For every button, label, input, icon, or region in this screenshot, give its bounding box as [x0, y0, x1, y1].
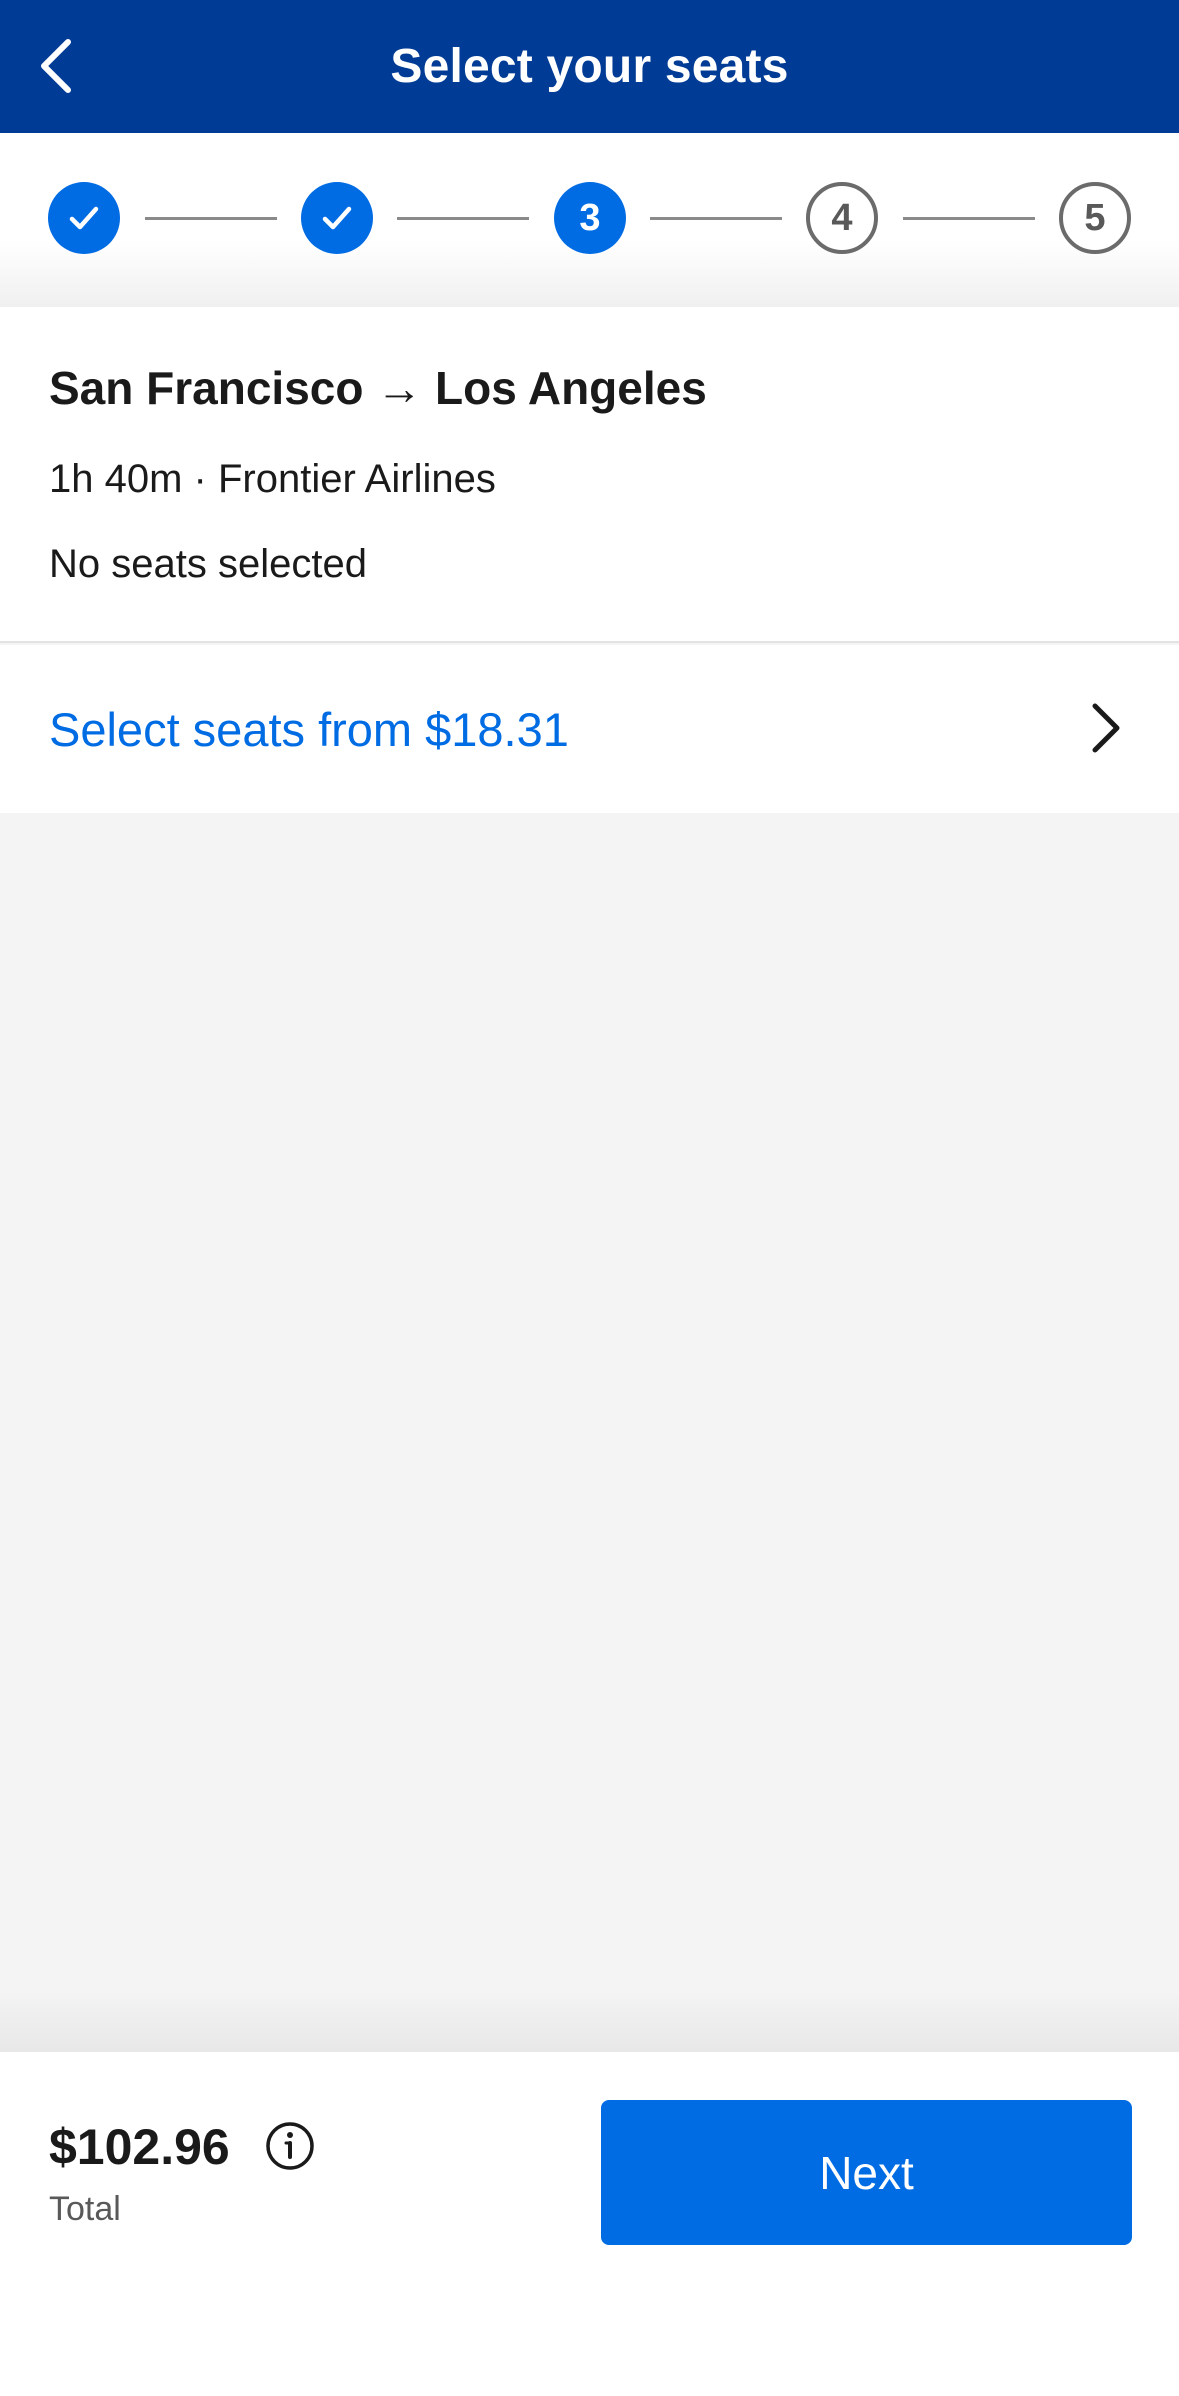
- step-2-complete: [301, 182, 373, 254]
- total-price: $102.96: [49, 2119, 230, 2175]
- select-seats-link[interactable]: Select seats from $18.31: [49, 702, 569, 757]
- app-header: Select your seats: [0, 0, 1179, 133]
- page-title: Select your seats: [390, 40, 789, 93]
- next-button[interactable]: Next: [601, 2100, 1132, 2245]
- chevron-left-icon: [41, 39, 71, 93]
- step-3-current: 3: [554, 182, 626, 254]
- step-4: 4: [806, 182, 878, 254]
- flight-meta: 1h 40m · Frontier Airlines: [49, 457, 496, 501]
- step-connector: [145, 217, 277, 220]
- seat-selection-screen: Select your seats 3 4 5 San Francisco → …: [0, 0, 1179, 2396]
- seat-status-text: No seats selected: [49, 542, 367, 586]
- chevron-right-icon: [1092, 703, 1120, 753]
- flight-route: San Francisco → Los Angeles: [49, 362, 707, 414]
- back-button[interactable]: [18, 28, 94, 104]
- flight-summary-card: San Francisco → Los Angeles 1h 40m · Fro…: [0, 307, 1179, 643]
- total-label: Total: [49, 2190, 121, 2228]
- footer-shadow: [0, 1990, 1179, 2052]
- checkmark-icon: [69, 206, 99, 230]
- checkout-footer: $102.96 Total Next: [0, 2052, 1179, 2396]
- info-icon[interactable]: [264, 2120, 316, 2172]
- checkmark-icon: [322, 206, 352, 230]
- step-connector: [397, 217, 529, 220]
- progress-stepper: 3 4 5: [0, 133, 1179, 307]
- step-1-complete: [48, 182, 120, 254]
- step-connector: [903, 217, 1035, 220]
- step-connector: [650, 217, 782, 220]
- select-seats-row[interactable]: Select seats from $18.31: [0, 645, 1179, 813]
- step-5: 5: [1059, 182, 1131, 254]
